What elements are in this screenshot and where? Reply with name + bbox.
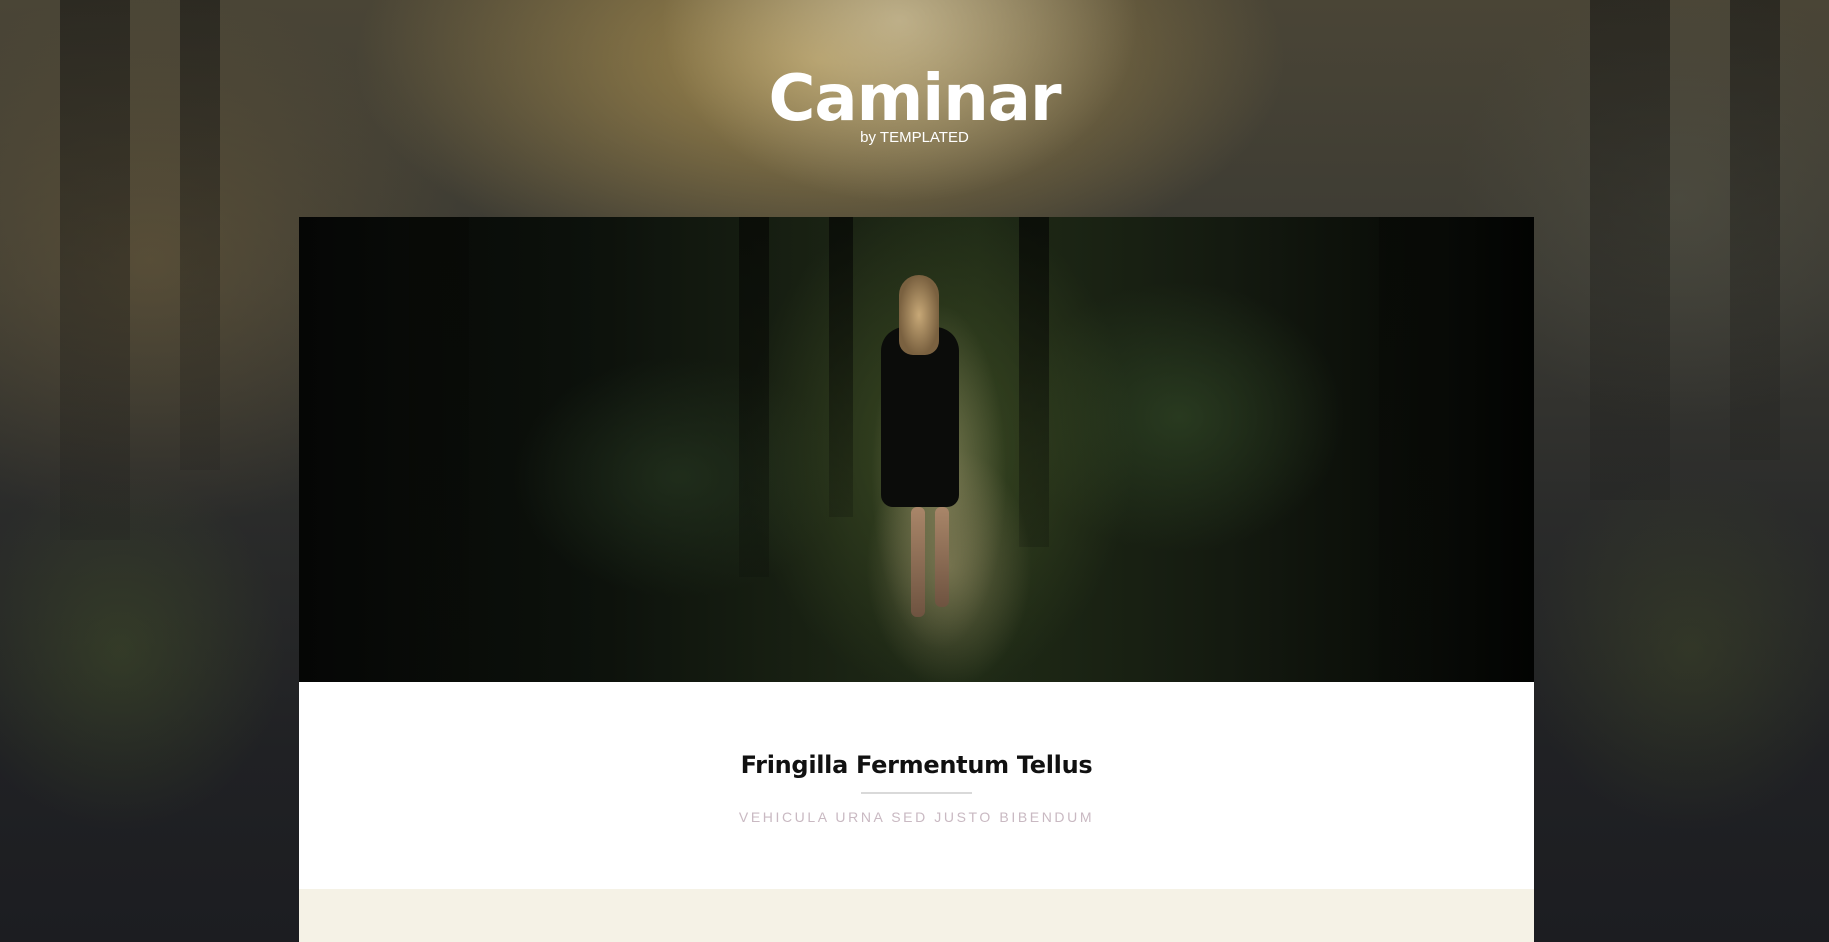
title-divider <box>861 792 972 794</box>
article-header: Fringilla Fermentum Tellus Vehicula urna… <box>299 217 1534 889</box>
content-band <box>299 889 1534 942</box>
article-subtitle: Vehicula urna sed justo bibendum <box>738 809 1095 825</box>
article-title[interactable]: Fringilla Fermentum Tellus <box>299 750 1534 780</box>
site-header: Caminar by TEMPLATED <box>0 0 1829 217</box>
main-card: Fringilla Fermentum Tellus Vehicula urna… <box>299 217 1534 942</box>
site-byline: by TEMPLATED <box>860 129 969 146</box>
